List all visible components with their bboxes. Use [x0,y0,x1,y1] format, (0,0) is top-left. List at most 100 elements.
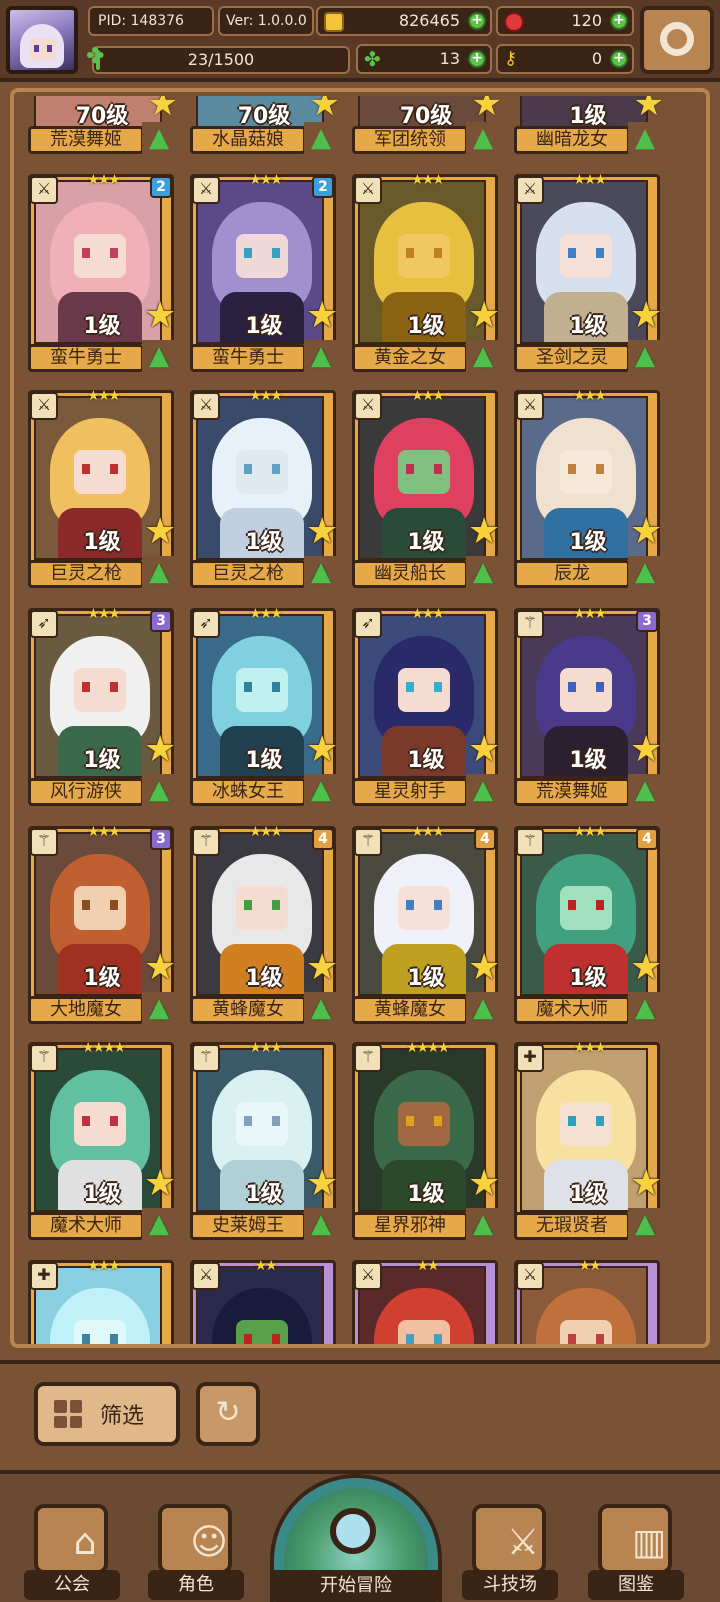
character-name: 荒漠舞姬 [28,126,144,154]
pid-text: PID: 148376 [98,13,184,29]
portrait-eye [406,1334,414,1344]
level-up-arrow-icon[interactable]: ▲ [304,774,338,808]
character-card[interactable]: ⚚ ★★★ 4 1级 ★ 魔术大师 ▲ [514,824,662,1028]
level-up-arrow-icon[interactable]: ▲ [466,1208,500,1242]
star-upgrade-icon[interactable]: ★ [144,1166,178,1202]
star-upgrade-icon[interactable]: ★ [468,298,502,334]
character-card[interactable]: ⚚ ★★★ 4 1级 ★ 黄蜂魔女 ▲ [352,824,500,1028]
nav-adventure[interactable]: 开始冒险 [270,1474,442,1602]
star-upgrade-icon[interactable]: ★ [306,732,340,768]
rarity-stars: ★★★ [87,606,121,622]
star-upgrade-icon[interactable]: ★ [144,950,178,986]
character-card[interactable]: ✚ ★★★ 1级 ★ 无瑕贤者 ▲ [514,1040,662,1244]
character-level: 1级 [83,314,121,339]
level-up-arrow-icon[interactable]: ▲ [466,556,500,590]
level-up-arrow-icon[interactable]: ▲ [628,1208,662,1242]
level-up-arrow-icon[interactable]: ▲ [142,1208,176,1242]
star-upgrade-icon[interactable]: ★ [468,950,502,986]
star-upgrade-icon[interactable]: ★ [634,96,664,121]
character-grid[interactable]: 70级 ★ 荒漠舞姬 ▲ 70级 ★ 水晶菇娘 ▲ 70级 ★ 军团统领 ▲ 1级 ★ 幽暗龙女 ▲ ⚔ ★★★ 2… [28,96,706,1344]
star-upgrade-icon[interactable]: ★ [310,96,340,121]
character-card[interactable]: ⚔ ★★ [190,1258,336,1344]
add-clover-button[interactable]: + [468,50,486,68]
level-up-arrow-icon[interactable]: ▲ [304,122,338,156]
character-card[interactable]: ⚔ ★★★ 1级 ★ 幽灵船长 ▲ [352,388,500,592]
star-upgrade-icon[interactable]: ★ [630,732,664,768]
settings-button[interactable] [640,6,714,74]
character-card[interactable]: 70级 ★ 水晶菇娘 ▲ [190,96,340,156]
level-up-arrow-icon[interactable]: ▲ [466,340,500,374]
star-upgrade-icon[interactable]: ★ [468,1166,502,1202]
character-card[interactable]: 70级 ★ 荒漠舞姬 ▲ [28,96,178,156]
star-upgrade-icon[interactable]: ★ [144,514,178,550]
star-upgrade-icon[interactable]: ★ [468,514,502,550]
level-up-arrow-icon[interactable]: ▲ [142,556,176,590]
level-up-arrow-icon[interactable]: ▲ [628,340,662,374]
level-up-arrow-icon[interactable]: ▲ [304,340,338,374]
character-card[interactable]: ⚔ ★★★ 1级 ★ 黄金之女 ▲ [352,172,500,376]
character-card[interactable]: ✚ ★★★ [28,1258,174,1344]
star-upgrade-icon[interactable]: ★ [306,1166,340,1202]
character-card[interactable]: ⚚ ★★★ 1级 ★ 史莱姆王 ▲ [190,1040,338,1244]
star-upgrade-icon[interactable]: ★ [630,950,664,986]
star-upgrade-icon[interactable]: ★ [306,298,340,334]
character-card[interactable]: ⚔ ★★★ 1级 ★ 圣剑之灵 ▲ [514,172,662,376]
character-card[interactable]: ⚔ ★★★ 2 1级 ★ 蛮牛勇士 ▲ [28,172,176,376]
add-gold-button[interactable]: + [468,12,486,30]
nav-codex[interactable]: ▥ 图鉴 [588,1504,684,1600]
character-card[interactable]: ⚔ ★★★ 1级 ★ 巨灵之枪 ▲ [28,388,176,592]
level-up-arrow-icon[interactable]: ▲ [466,774,500,808]
level-up-arrow-icon[interactable]: ▲ [142,774,176,808]
character-card[interactable]: ➶ ★★★ 1级 ★ 冰蛛女王 ▲ [190,606,338,810]
star-upgrade-icon[interactable]: ★ [630,298,664,334]
level-up-arrow-icon[interactable]: ▲ [628,556,662,590]
nav-arena[interactable]: ⚔ 斗技场 [462,1504,558,1600]
character-card[interactable]: ⚔ ★★★ 1级 ★ 辰龙 ▲ [514,388,662,592]
character-card[interactable]: ⚚ ★★★ 3 1级 ★ 大地魔女 ▲ [28,824,176,1028]
character-card[interactable]: ⚔ ★★ [514,1258,660,1344]
level-up-arrow-icon[interactable]: ▲ [466,122,500,156]
add-key-button[interactable]: + [610,50,628,68]
character-card[interactable]: ⚚ ★★★★ 1级 ★ 魔术大师 ▲ [28,1040,176,1244]
level-up-arrow-icon[interactable]: ▲ [628,774,662,808]
filter-button[interactable]: 筛选 [34,1382,180,1446]
add-gem-button[interactable]: + [610,12,628,30]
star-upgrade-icon[interactable]: ★ [472,96,502,121]
nav-roles[interactable]: ☺ 角色 [148,1504,244,1600]
level-up-arrow-icon[interactable]: ▲ [628,122,662,156]
star-upgrade-icon[interactable]: ★ [144,298,178,334]
character-card[interactable]: ➶ ★★★ 3 1级 ★ 风行游侠 ▲ [28,606,176,810]
nav-guild[interactable]: ⌂ 公会 [24,1504,120,1600]
tier-badge: 3 [636,610,658,632]
level-up-arrow-icon[interactable]: ▲ [304,992,338,1026]
star-upgrade-icon[interactable]: ★ [468,732,502,768]
character-card[interactable]: ⚔ ★★ [352,1258,498,1344]
star-upgrade-icon[interactable]: ★ [630,1166,664,1202]
character-card[interactable]: 1级 ★ 幽暗龙女 ▲ [514,96,664,156]
character-card[interactable]: ➶ ★★★ 1级 ★ 星灵射手 ▲ [352,606,500,810]
star-upgrade-icon[interactable]: ★ [306,950,340,986]
avatar-eye [34,45,39,52]
character-level: 1级 [245,314,283,339]
character-card[interactable]: 70级 ★ 军团统领 ▲ [352,96,502,156]
level-up-arrow-icon[interactable]: ▲ [304,556,338,590]
star-upgrade-icon[interactable]: ★ [630,514,664,550]
level-up-arrow-icon[interactable]: ▲ [466,992,500,1026]
level-up-arrow-icon[interactable]: ▲ [142,122,176,156]
star-upgrade-icon[interactable]: ★ [306,514,340,550]
star-upgrade-icon[interactable]: ★ [148,96,178,121]
level-up-arrow-icon[interactable]: ▲ [628,992,662,1026]
character-card[interactable]: ⚔ ★★★ 1级 ★ 巨灵之枪 ▲ [190,388,338,592]
level-up-arrow-icon[interactable]: ▲ [142,992,176,1026]
level-up-arrow-icon[interactable]: ▲ [142,340,176,374]
character-card[interactable]: ⚔ ★★★ 2 1级 ★ 蛮牛勇士 ▲ [190,172,338,376]
character-card[interactable]: ⚚ ★★★ 4 1级 ★ 黄蜂魔女 ▲ [190,824,338,1028]
portrait-eye [244,248,252,258]
level-up-arrow-icon[interactable]: ▲ [304,1208,338,1242]
refresh-button[interactable]: ↻ [196,1382,260,1446]
character-card[interactable]: ⚚ ★★★ 3 1级 ★ 荒漠舞姬 ▲ [514,606,662,810]
star-upgrade-icon[interactable]: ★ [144,732,178,768]
portrait-eye [568,248,576,258]
player-avatar[interactable] [6,6,78,74]
character-card[interactable]: ⚚ ★★★★ 1级 ★ 星界邪神 ▲ [352,1040,500,1244]
